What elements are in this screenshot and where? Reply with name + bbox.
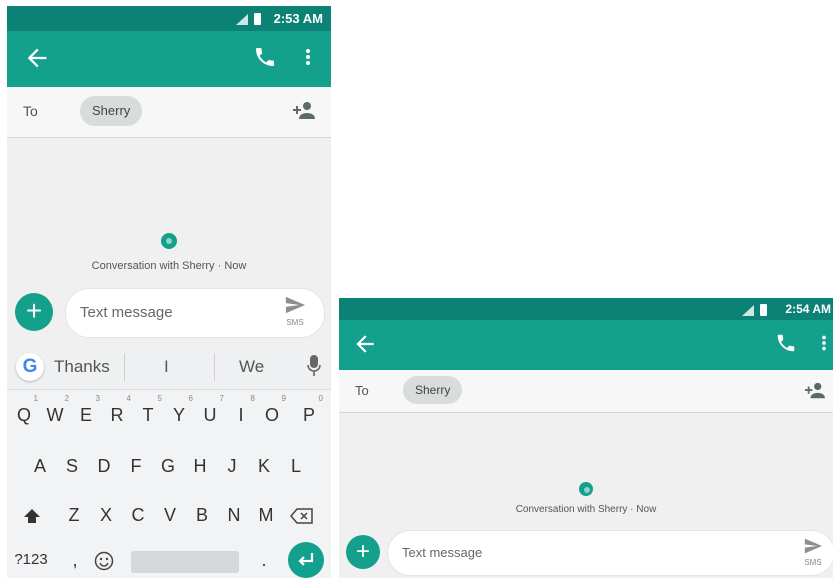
- signal-icon: [742, 305, 754, 316]
- status-bar: 2:53 AM: [7, 6, 331, 31]
- key-x[interactable]: X: [94, 500, 118, 530]
- send-icon: [804, 538, 822, 554]
- avatar: [579, 482, 593, 496]
- avatar: [161, 233, 177, 249]
- screenshot-left: 2:53 AM To Sherry Conversation with Sher…: [7, 6, 331, 578]
- suggestion-strip: G Thanks I We: [7, 345, 331, 390]
- send-button[interactable]: SMS: [280, 295, 310, 327]
- key-k[interactable]: K: [252, 451, 276, 481]
- key-o[interactable]: O9: [260, 394, 286, 430]
- divider: [214, 353, 215, 381]
- symbols-key[interactable]: ?123: [13, 545, 49, 575]
- key-y[interactable]: Y6: [167, 394, 193, 430]
- key-l[interactable]: L: [284, 451, 308, 481]
- key-g[interactable]: G: [156, 451, 180, 481]
- comma-key[interactable]: ,: [63, 545, 87, 575]
- to-field[interactable]: To Sherry: [339, 370, 833, 413]
- send-mode-label: SMS: [804, 558, 822, 567]
- key-r[interactable]: R4: [105, 394, 132, 430]
- signal-icon: [236, 14, 248, 25]
- suggestion-2[interactable]: I: [164, 357, 169, 377]
- status-time: 2:54 AM: [785, 302, 831, 316]
- add-person-icon[interactable]: [291, 100, 317, 122]
- key-q[interactable]: Q1: [12, 394, 38, 430]
- plus-icon[interactable]: +: [346, 535, 380, 569]
- plus-icon[interactable]: +: [15, 293, 53, 331]
- screenshot-right: 2:54 AM To Sherry Conversation with Sher…: [339, 298, 833, 578]
- conversation-info: Conversation with Sherry · Now: [339, 482, 833, 515]
- more-vert-icon[interactable]: [296, 45, 322, 73]
- message-placeholder: Text message: [402, 545, 483, 560]
- key-m[interactable]: M: [254, 500, 278, 530]
- keyboard: Q1 W2 E3 R4 T5 Y6 U7 I8 O9 P0 A S D F G …: [7, 390, 331, 578]
- key-s[interactable]: S: [60, 451, 84, 481]
- suggestion-3[interactable]: We: [239, 357, 264, 377]
- conversation-label: Conversation with Sherry · Now: [91, 260, 247, 272]
- message-placeholder: Text message: [80, 304, 173, 321]
- emoji-icon[interactable]: [92, 545, 116, 575]
- key-j[interactable]: J: [220, 451, 244, 481]
- enter-icon[interactable]: [288, 542, 324, 578]
- shift-icon[interactable]: [20, 500, 44, 530]
- key-w[interactable]: W2: [43, 394, 70, 430]
- to-label: To: [355, 383, 369, 398]
- key-p[interactable]: P0: [297, 394, 323, 430]
- period-key[interactable]: .: [252, 545, 276, 575]
- send-icon: [285, 296, 305, 314]
- message-input[interactable]: Text message SMS: [65, 288, 325, 338]
- conversation-label: Conversation with Sherry · Now: [515, 504, 657, 515]
- back-arrow-icon[interactable]: [351, 331, 379, 359]
- battery-icon: [760, 304, 767, 316]
- recipient-chip[interactable]: Sherry: [80, 96, 143, 126]
- key-c[interactable]: C: [126, 500, 150, 530]
- app-bar: [339, 320, 833, 370]
- phone-icon[interactable]: [253, 45, 279, 73]
- mic-icon[interactable]: [307, 355, 321, 377]
- recipient-chip[interactable]: Sherry: [403, 376, 463, 404]
- key-b[interactable]: B: [190, 500, 214, 530]
- battery-icon: [254, 13, 261, 25]
- space-key[interactable]: [131, 551, 239, 573]
- key-h[interactable]: H: [188, 451, 212, 481]
- google-g-icon[interactable]: G: [16, 353, 44, 381]
- key-z[interactable]: Z: [62, 500, 86, 530]
- status-bar: 2:54 AM: [339, 298, 833, 320]
- key-u[interactable]: U7: [198, 394, 225, 430]
- send-button[interactable]: SMS: [798, 537, 828, 567]
- key-i[interactable]: I8: [229, 394, 255, 430]
- key-f[interactable]: F: [124, 451, 148, 481]
- composer: + Text message SMS: [339, 528, 833, 576]
- backspace-icon[interactable]: [290, 500, 314, 530]
- add-person-icon[interactable]: [803, 381, 829, 403]
- key-t[interactable]: T5: [136, 394, 163, 430]
- key-n[interactable]: N: [222, 500, 246, 530]
- more-vert-icon[interactable]: [813, 332, 833, 360]
- back-arrow-icon[interactable]: [23, 44, 51, 72]
- key-a[interactable]: A: [28, 451, 52, 481]
- composer: + Text message SMS: [7, 288, 331, 338]
- suggestion-1[interactable]: Thanks: [54, 357, 110, 377]
- app-bar: [7, 31, 331, 87]
- divider: [124, 353, 125, 381]
- key-d[interactable]: D: [92, 451, 116, 481]
- conversation-info: Conversation with Sherry · Now: [7, 233, 331, 272]
- message-input[interactable]: Text message SMS: [387, 530, 833, 576]
- key-e[interactable]: E3: [74, 394, 100, 430]
- status-time: 2:53 AM: [273, 11, 323, 26]
- to-field[interactable]: To Sherry: [7, 87, 331, 138]
- send-mode-label: SMS: [286, 318, 304, 327]
- to-label: To: [23, 103, 38, 119]
- key-v[interactable]: V: [158, 500, 182, 530]
- phone-icon[interactable]: [775, 332, 801, 360]
